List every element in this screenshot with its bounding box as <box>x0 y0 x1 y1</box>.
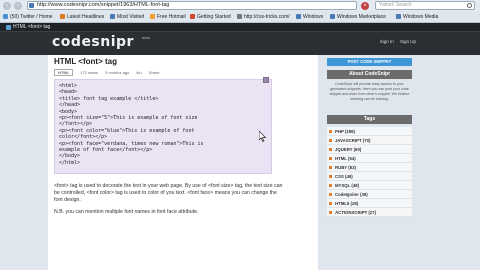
tag-label: PHP (189) <box>335 129 355 134</box>
bookmark-icon <box>60 14 65 19</box>
snippet-meta: HTML 172 views 5 months ago kiu Share <box>54 69 165 76</box>
bookmark-item[interactable]: (50) Twitter / Home <box>3 13 52 21</box>
tag-label: HTML5 (28) <box>335 201 359 206</box>
sidebar: POST CODE SNIPPET About CodeSnipr CodeSn… <box>324 55 420 270</box>
about-heading: About CodeSnipr <box>327 70 412 79</box>
page-title: HTML <font> tag <box>54 57 117 66</box>
tag-item[interactable]: ACTIONSCRIPT (27) <box>327 208 412 217</box>
tag-item[interactable]: HTML5 (28) <box>327 199 412 208</box>
tag-icon <box>329 193 332 196</box>
post-code-snippet-button[interactable]: POST CODE SNIPPET <box>327 58 412 66</box>
tag-icon <box>329 211 332 214</box>
bookmark-label: Windows <box>303 14 324 20</box>
browser-chrome: ‹ › http://www.codesnipr.com/snippet/196… <box>0 0 480 23</box>
code-block[interactable]: <html> <head> <title> font tag example <… <box>54 79 272 174</box>
bookmark-icon <box>237 14 242 19</box>
site-logo[interactable]: codesnipr <box>52 34 134 50</box>
tag-item[interactable]: JAVASCRIPT (70) <box>327 136 412 145</box>
bookmark-label: (50) Twitter / Home <box>10 14 53 20</box>
language-badge[interactable]: HTML <box>54 69 74 76</box>
forward-icon[interactable]: › <box>14 2 22 10</box>
tag-icon <box>329 184 332 187</box>
sign-up-link[interactable]: Sign Up <box>400 39 416 44</box>
bookmark-label: Latest Headlines <box>67 14 105 20</box>
bookmark-label: http://css-tricks.com/ <box>244 14 290 20</box>
snippet-description: <font> tag is used to decorate the text … <box>54 183 286 220</box>
copy-icon[interactable] <box>263 77 269 83</box>
tag-item[interactable]: RUBY (53) <box>327 163 412 172</box>
tag-item[interactable]: MYSQL (48) <box>327 181 412 190</box>
bookmark-icon <box>110 14 115 19</box>
address-bar[interactable]: http://www.codesnipr.com/snippet/1963/HT… <box>27 1 357 10</box>
bookmark-icon <box>296 14 301 19</box>
site-favicon-icon <box>29 3 34 8</box>
bookmark-item[interactable]: Most Visited <box>110 13 144 21</box>
tags-heading: Tags <box>327 115 412 124</box>
bookmark-item[interactable]: Windows Marketplace <box>330 13 386 21</box>
tag-icon <box>329 157 332 160</box>
search-input[interactable]: Yahoo! Search <box>375 1 475 10</box>
author-link[interactable]: kiu <box>137 70 142 75</box>
search-icon[interactable] <box>467 3 472 8</box>
sign-in-link[interactable]: Sign In <box>380 39 394 44</box>
views-count: 172 views <box>80 70 99 75</box>
bookmark-label: Free Hotmail <box>157 14 186 20</box>
tag-label: HTML (64) <box>335 156 356 161</box>
bookmark-icon <box>3 14 8 19</box>
address-text: http://www.codesnipr.com/snippet/1963/HT… <box>37 2 170 8</box>
about-text: CodeSnipr will provide easy access to yo… <box>329 82 410 101</box>
site-header: HTML <font> tag codesnipr beta Sign In S… <box>0 23 480 55</box>
bookmark-label: Windows Media <box>403 14 439 20</box>
share-link[interactable]: Share <box>149 70 160 75</box>
tag-icon <box>329 148 332 151</box>
bookmark-label: Getting Started <box>197 14 231 20</box>
tag-item[interactable]: CSS (49) <box>327 172 412 181</box>
bookmark-label: Most Visited <box>117 14 145 20</box>
tag-item[interactable]: CodeIgniter (39) <box>327 190 412 199</box>
tag-icon <box>329 175 332 178</box>
tag-icon <box>329 202 332 205</box>
posted-time: 5 months ago <box>105 70 130 75</box>
tag-icon <box>329 139 332 142</box>
bookmark-item[interactable]: Getting Started <box>190 13 231 21</box>
description-paragraph: <font> tag is used to decorate the text … <box>54 183 283 204</box>
bookmarks-bar: (50) Twitter / Home Latest Headlines Mos… <box>0 11 480 23</box>
tag-label: CodeIgniter (39) <box>335 192 368 197</box>
back-icon[interactable]: ‹ <box>3 2 11 10</box>
tag-label: RUBY (53) <box>335 165 356 170</box>
bookmark-label: Windows Marketplace <box>337 14 386 20</box>
bookmark-icon <box>396 14 401 19</box>
tag-label: JAVASCRIPT (70) <box>335 138 371 143</box>
bookmark-icon <box>190 14 195 19</box>
tag-item[interactable]: HTML (64) <box>327 154 412 163</box>
tag-label: ACTIONSCRIPT (27) <box>335 210 377 215</box>
tag-label: MYSQL (48) <box>335 183 360 188</box>
bookmark-item[interactable]: Windows <box>296 13 323 21</box>
tag-list: PHP (189) JAVASCRIPT (70) JQUERY (60) HT… <box>327 127 412 217</box>
logo-beta-label: beta <box>142 35 150 40</box>
mouse-cursor-icon <box>259 131 266 142</box>
browser-tab[interactable]: HTML <font> tag <box>0 23 480 32</box>
tag-item[interactable]: JQUERY (60) <box>327 145 412 154</box>
snippet-panel: HTML <font> tag HTML 172 views 5 months … <box>48 55 318 270</box>
tag-item[interactable]: PHP (189) <box>327 127 412 136</box>
tag-label: CSS (49) <box>335 174 353 179</box>
tag-icon <box>329 166 332 169</box>
stop-icon[interactable]: × <box>361 2 369 10</box>
tab-title: HTML <font> tag <box>13 24 51 30</box>
tag-label: JQUERY (60) <box>335 147 362 152</box>
bookmark-icon <box>330 14 335 19</box>
search-placeholder: Yahoo! Search <box>379 2 412 8</box>
bookmark-item[interactable]: Latest Headlines <box>60 13 104 21</box>
tag-icon <box>329 130 332 133</box>
bookmark-item[interactable]: http://css-tricks.com/ <box>237 13 290 21</box>
bookmark-icon <box>150 14 155 19</box>
auth-links: Sign In Sign Up <box>375 39 416 44</box>
bookmark-item[interactable]: Windows Media <box>396 13 438 21</box>
description-paragraph: N.B. you can mention multiple font names… <box>54 208 199 215</box>
bookmark-item[interactable]: Free Hotmail <box>150 13 186 21</box>
